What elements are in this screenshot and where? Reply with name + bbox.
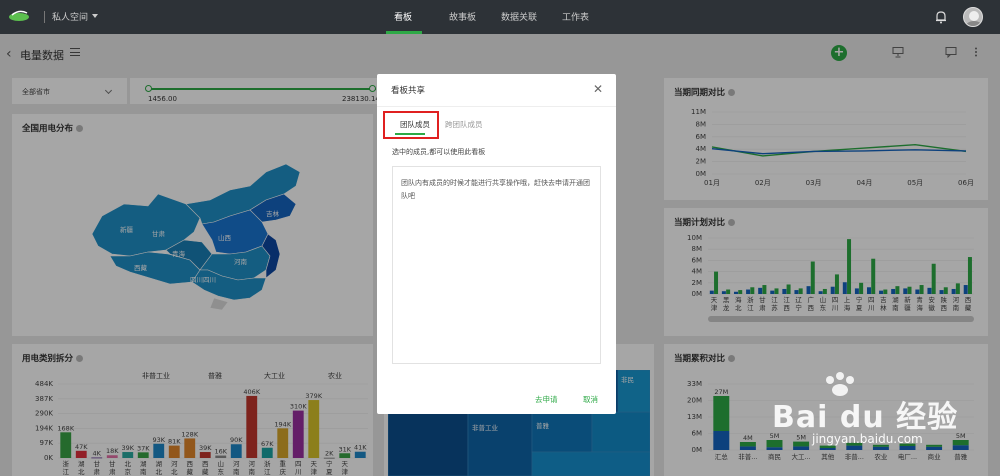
tab-cross-team-members[interactable]: 跨团队成员 [445, 119, 483, 130]
avatar[interactable] [963, 7, 983, 27]
nav-data-relation[interactable]: 数据关联 [501, 10, 537, 23]
divider [44, 11, 45, 23]
top-navigation-bar: 私人空间 看板 故事板 数据关联 工作表 [0, 0, 1000, 34]
apply-button[interactable]: 去申请 [535, 394, 558, 405]
active-tab-indicator [395, 133, 425, 135]
empty-state-text: 团队内有成员的时候才能进行共享操作哦，赶快去申请开通团队吧 [401, 179, 590, 200]
close-icon[interactable]: ✕ [593, 82, 603, 96]
share-dashboard-dialog: 看板共享 ✕ 团队成员 跨团队成员 选中的成员,都可以使用此看板 团队内有成员的… [377, 74, 616, 414]
bell-icon[interactable] [934, 10, 948, 24]
nav-worksheet[interactable]: 工作表 [562, 10, 589, 23]
app-logo-icon[interactable] [8, 9, 30, 23]
share-hint-text: 选中的成员,都可以使用此看板 [392, 148, 486, 156]
chevron-down-icon[interactable] [92, 14, 98, 18]
member-list-box[interactable]: 团队内有成员的时候才能进行共享操作哦，赶快去申请开通团队吧 [392, 166, 601, 364]
divider [377, 106, 616, 107]
dialog-title: 看板共享 [391, 86, 426, 96]
avatar-image [966, 11, 982, 26]
nav-dashboard[interactable]: 看板 [394, 10, 412, 23]
watermark-brand: Bai du 经验 [772, 400, 959, 435]
watermark-url: jingyan.baidu.com [812, 432, 923, 446]
tab-team-members[interactable]: 团队成员 [400, 119, 430, 130]
cancel-button[interactable]: 取消 [583, 394, 598, 405]
nav-storyboard[interactable]: 故事板 [449, 10, 476, 23]
space-switcher[interactable]: 私人空间 [52, 10, 88, 23]
